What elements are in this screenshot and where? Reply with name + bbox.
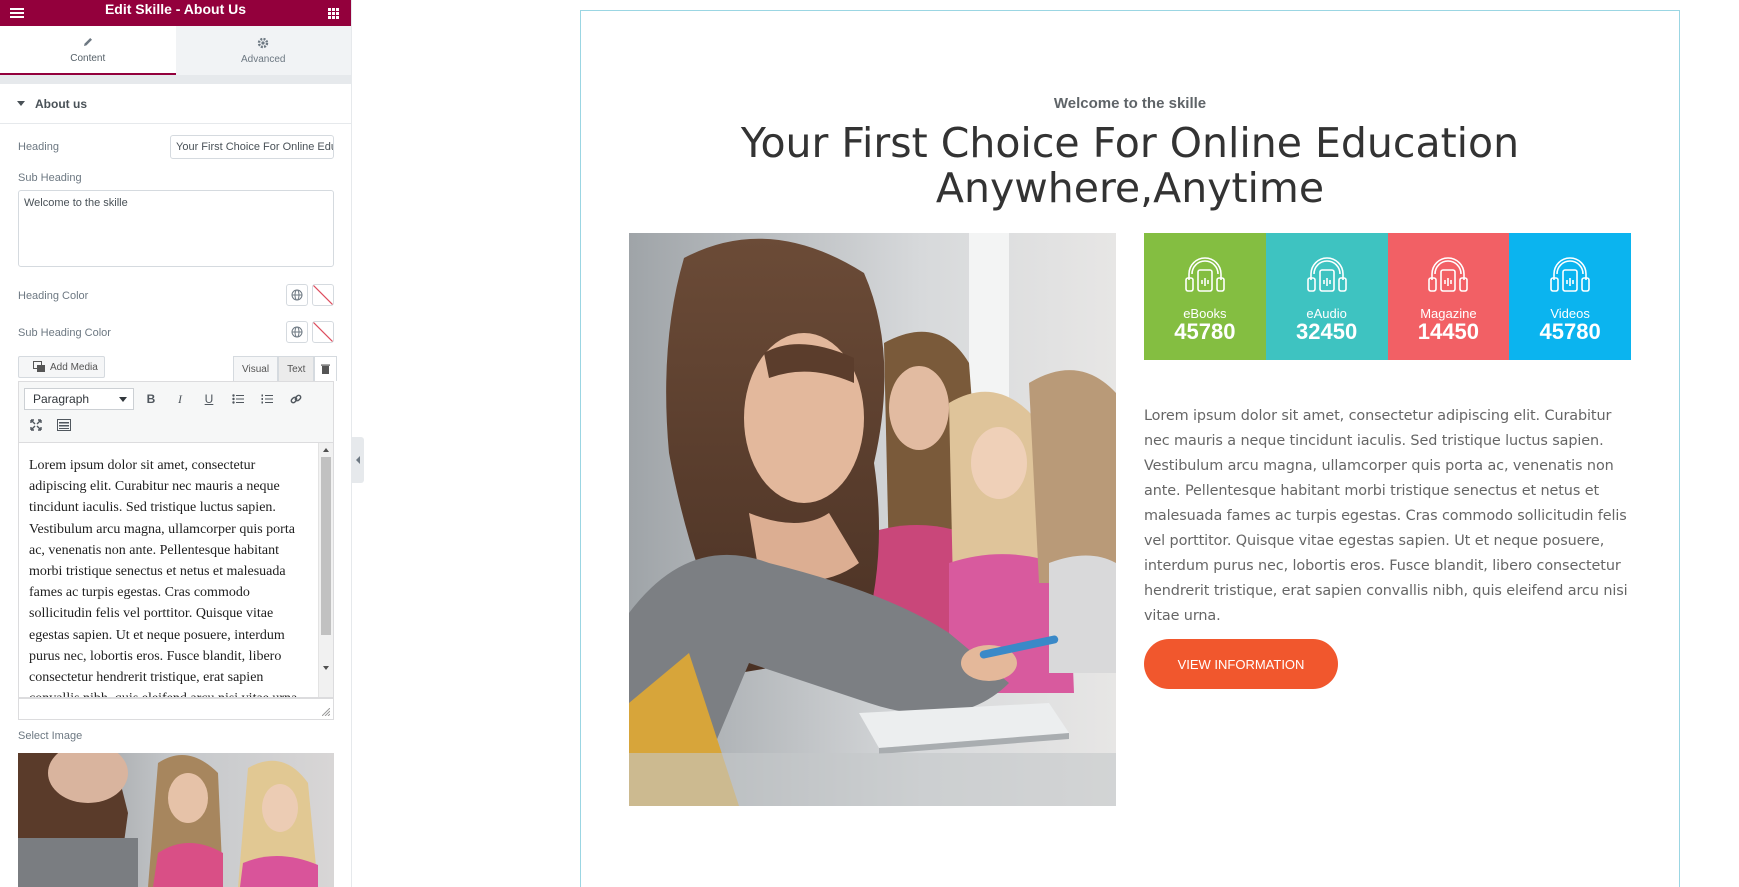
select-image-label: Select Image [18, 730, 83, 742]
scroll-thumb[interactable] [321, 457, 331, 635]
numbered-list-icon[interactable] [257, 389, 277, 409]
gear-icon [258, 37, 269, 48]
global-colors-icon[interactable] [286, 284, 308, 306]
caret-down-icon [17, 101, 25, 106]
about-image [629, 233, 1116, 806]
stat-box-ebooks: eBooks 45780 [1144, 233, 1266, 360]
heading-color-swatch[interactable] [312, 284, 334, 306]
add-media-label: Add Media [50, 361, 98, 373]
widgets-grid-icon[interactable] [328, 7, 339, 19]
text-editor-area[interactable]: Lorem ipsum dolor sit amet, consectetur … [18, 443, 334, 698]
media-icon [33, 361, 45, 372]
panel-tabs: Content Advanced [0, 26, 351, 76]
tab-advanced[interactable]: Advanced [175, 26, 351, 75]
about-paragraph: Lorem ipsum dolor sit amet, consectetur … [1144, 408, 1628, 624]
stat-box-magazine: Magazine 14450 [1387, 233, 1510, 360]
italic-button[interactable]: I [170, 389, 190, 409]
stat-box-eaudio: eAudio 32450 [1265, 233, 1388, 360]
subheading-label: Sub Heading [18, 172, 82, 184]
headphones-icon [1546, 250, 1594, 303]
tab-visual[interactable]: Visual [233, 356, 279, 381]
editor-status-bar [18, 698, 334, 720]
stat-value: 45780 [1174, 319, 1236, 344]
pencil-icon [83, 37, 92, 46]
scroll-up-icon[interactable] [323, 448, 329, 452]
subheading-color-control [286, 321, 334, 343]
tab-text[interactable]: Text [278, 356, 315, 381]
section-about-us-toggle[interactable]: About us [0, 84, 351, 124]
tab-content[interactable]: Content [0, 26, 176, 75]
scroll-down-icon[interactable] [323, 666, 329, 670]
editor-panel: Edit Skille - About Us Content Advanced … [0, 0, 352, 887]
stat-box-videos: Videos 45780 [1509, 233, 1631, 360]
subheading-textarea[interactable] [18, 190, 334, 267]
tabs-divider [0, 76, 351, 84]
heading-color-label: Heading Color [18, 290, 89, 302]
underline-button[interactable]: U [199, 389, 219, 409]
view-information-button[interactable]: VIEW INFORMATION [1144, 639, 1338, 689]
stat-value: 32450 [1296, 319, 1358, 344]
subheading-color-swatch[interactable] [312, 321, 334, 343]
panel-header: Edit Skille - About Us [0, 0, 351, 26]
panel-title: Edit Skille - About Us [104, 1, 247, 17]
headphones-icon [1424, 250, 1472, 303]
preview-section: Welcome to the skille Your First Choice … [580, 10, 1680, 887]
heading-label: Heading [18, 141, 59, 153]
stats-row: eBooks 45780 eAudio 32450 Magazine 14450 Video… [1144, 233, 1631, 360]
stat-value: 45780 [1539, 319, 1601, 344]
heading-color-control [286, 284, 334, 306]
fullscreen-icon[interactable] [26, 415, 46, 435]
paragraph-format-select[interactable]: Paragraph [24, 388, 134, 410]
trash-icon[interactable] [314, 356, 338, 381]
headphones-icon [1303, 250, 1351, 303]
subheading-color-label: Sub Heading Color [18, 327, 111, 339]
tab-content-label: Content [70, 52, 106, 64]
editor-toolbar: Paragraph B I U [18, 381, 334, 443]
heading-input[interactable]: Your First Choice For Online Education A… [170, 135, 334, 159]
add-media-button[interactable]: Add Media [18, 356, 105, 378]
editor-mode-tabs: Visual Text [233, 356, 338, 381]
about-heading: Your First Choice For Online Education A… [740, 119, 1520, 212]
select-image-preview[interactable] [18, 753, 334, 887]
bold-button[interactable]: B [141, 389, 161, 409]
about-sub-heading: Welcome to the skille [1053, 95, 1207, 112]
headphones-icon [1181, 250, 1229, 303]
section-title: About us [35, 96, 87, 111]
global-colors-icon[interactable] [286, 321, 308, 343]
resize-handle-icon[interactable] [322, 708, 330, 716]
link-icon[interactable] [286, 389, 306, 409]
bullet-list-icon[interactable] [228, 389, 248, 409]
tab-advanced-label: Advanced [241, 53, 286, 65]
toolbar-toggle-icon[interactable] [54, 415, 74, 435]
editor-text[interactable]: Lorem ipsum dolor sit amet, consectetur … [29, 455, 313, 697]
stat-value: 14450 [1417, 319, 1479, 344]
editor-scrollbar[interactable] [318, 443, 333, 697]
panel-collapse-button[interactable] [352, 437, 364, 483]
menu-icon[interactable] [10, 8, 24, 18]
